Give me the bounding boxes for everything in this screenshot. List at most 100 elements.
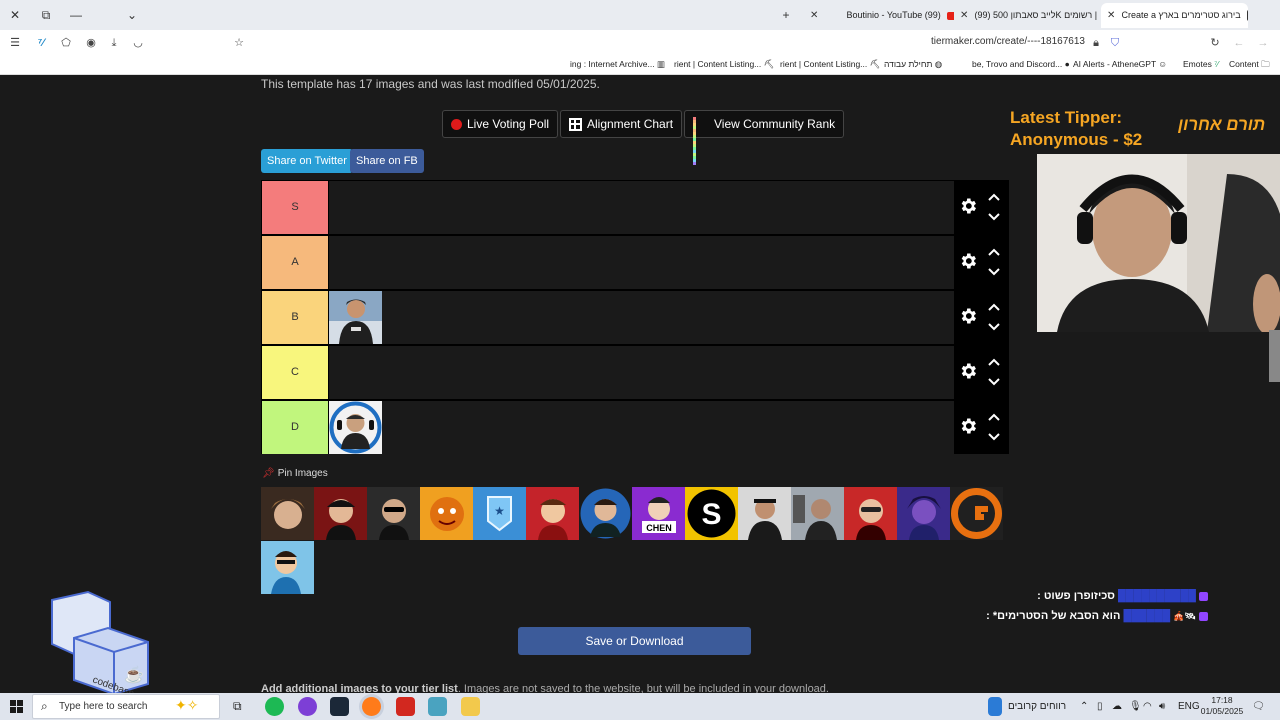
tier-label[interactable]: B <box>262 291 328 344</box>
streamer-image[interactable]: S <box>685 487 738 540</box>
bookmark-start-work[interactable]: תחילת עבודה ◍ <box>884 59 942 70</box>
chevron-down-icon[interactable] <box>988 268 1000 276</box>
tier-drop-zone[interactable] <box>329 401 954 454</box>
streamer-image[interactable]: ★ <box>473 487 526 540</box>
streamer-image[interactable] <box>738 487 791 540</box>
view-community-rank-button[interactable]: View Community Rank <box>684 110 845 165</box>
network-icon[interactable]: ☁ <box>1112 697 1122 716</box>
spotify-icon[interactable] <box>265 697 284 716</box>
tier-label[interactable]: S <box>262 181 328 234</box>
firefox-icon[interactable] <box>362 697 381 716</box>
streamer-image[interactable] <box>261 487 314 540</box>
close-tab-icon[interactable]: ✕ <box>960 3 972 28</box>
streamer-image[interactable] <box>897 487 950 540</box>
streamer-image[interactable]: CHEN <box>632 487 685 540</box>
steam-icon[interactable] <box>330 697 349 716</box>
clock[interactable]: 17:18 01/05/2025 <box>1200 695 1244 717</box>
address-bar[interactable]: tiermaker.com/create/----18167613 <box>820 36 1085 47</box>
bookmark-content-listing-1[interactable]: rient | Content Listing... ⛏ <box>674 59 774 70</box>
back-icon[interactable]: → <box>1254 34 1272 52</box>
chevron-down-icon[interactable] <box>988 433 1000 441</box>
chevron-up-icon[interactable] <box>988 193 1000 201</box>
bookmark-emotes[interactable]: Emotes ⁷⁄ <box>1183 59 1219 69</box>
notes-app-icon[interactable] <box>428 697 447 716</box>
bookmark-trovo[interactable]: be, Trovo and Discord... ● <box>972 59 1070 69</box>
tier-drop-zone[interactable] <box>329 291 954 344</box>
tier-drop-zone[interactable] <box>329 181 954 234</box>
streamer-image[interactable] <box>791 487 844 540</box>
tab-subathon[interactable]: ✕ (99) לייב סאבתון 500K רשומים | <box>954 3 1099 28</box>
puzzle-icon[interactable]: ⬠ <box>57 34 75 52</box>
chevron-up-icon[interactable] <box>988 358 1000 366</box>
pin-images-toggle[interactable]: 📌︎ Pin Images <box>262 468 328 479</box>
menu-icon[interactable]: ☰ <box>6 34 24 52</box>
new-tab-icon[interactable]: + <box>776 5 796 25</box>
bookmark-content-listing-2[interactable]: rient | Content Listing... ⛏ <box>780 59 880 70</box>
share-fb-button[interactable]: Share on FB <box>350 149 424 173</box>
chevron-up-icon[interactable] <box>988 413 1000 421</box>
streamer-image[interactable] <box>950 487 1003 540</box>
restore-window-icon[interactable]: ⧉ <box>36 5 56 25</box>
chevron-down-icon[interactable] <box>988 378 1000 386</box>
discord-icon[interactable] <box>298 697 317 716</box>
streamer-image[interactable] <box>579 487 632 540</box>
reload-icon[interactable]: ↻ <box>1206 34 1224 52</box>
notification-icon[interactable]: 🗨︎ <box>1252 697 1265 716</box>
gear-icon[interactable] <box>958 416 978 436</box>
tier-label[interactable]: C <box>262 346 328 399</box>
wifi-icon[interactable]: ◠ <box>1143 697 1152 716</box>
bookmark-content[interactable]: Content 🗀 <box>1229 59 1270 73</box>
streamer-image[interactable] <box>329 291 382 344</box>
bookmark-ai-alerts[interactable]: AI Alerts - AtheneGPT ☺ <box>1073 59 1167 69</box>
minimize-window-icon[interactable]: — <box>66 5 86 25</box>
bookmark-star-icon[interactable]: ☆ <box>230 34 248 52</box>
input-language[interactable]: ENG <box>1178 697 1200 716</box>
weather-icon[interactable] <box>988 697 1002 716</box>
gear-icon[interactable] <box>958 251 978 271</box>
microphone-icon[interactable]: 🎙︎ <box>1129 697 1142 716</box>
streamer-image[interactable] <box>314 487 367 540</box>
tray-app-icon[interactable]: ▯ <box>1097 697 1103 716</box>
close-tab-icon[interactable]: ✕ <box>810 3 822 28</box>
streamer-image[interactable] <box>420 487 473 540</box>
obs-app-icon[interactable] <box>396 697 415 716</box>
download-icon[interactable]: ⤓ <box>105 34 123 52</box>
share-twitter-button[interactable]: Share on Twitter <box>261 149 353 173</box>
tab-tiermaker[interactable]: ✕ Create a בירוג סטרימרים בארץ <box>1101 3 1248 28</box>
forward-icon[interactable]: ← <box>1230 34 1248 52</box>
tab-boutinio[interactable]: ✕ Boutinio - YouTube (99) <box>804 3 954 28</box>
pocket-icon[interactable]: ◡ <box>129 34 147 52</box>
shield-icon[interactable]: ⛉ <box>1106 34 1124 52</box>
close-window-icon[interactable]: ✕ <box>5 5 25 25</box>
tier-label[interactable]: D <box>262 401 328 454</box>
chevron-up-icon[interactable] <box>988 303 1000 311</box>
extension-icon[interactable]: ⁷⁄ <box>32 34 50 52</box>
taskbar-search-input[interactable]: ⌕ Type here to search ✦✧ <box>32 694 220 719</box>
chevron-up-icon[interactable] <box>988 248 1000 256</box>
live-voting-poll-button[interactable]: Live Voting Poll <box>442 110 559 138</box>
streamer-image[interactable] <box>329 401 382 454</box>
streamer-image[interactable] <box>844 487 897 540</box>
page-scrollbar[interactable] <box>1269 330 1280 382</box>
tier-label[interactable]: A <box>262 236 328 289</box>
tray-chevron-icon[interactable]: ⌃ <box>1080 697 1088 716</box>
streamer-image[interactable] <box>261 541 314 594</box>
weather-text[interactable]: רווחים קרובים <box>1008 697 1066 716</box>
gear-icon[interactable] <box>958 196 978 216</box>
file-explorer-icon[interactable] <box>461 697 480 716</box>
tab-list-chevron-icon[interactable]: ⌄ <box>122 5 142 25</box>
save-or-download-button[interactable]: Save or Download <box>518 627 751 655</box>
tier-drop-zone[interactable] <box>329 236 954 289</box>
bookmark-internet-archive[interactable]: ing : Internet Archive... ▥ <box>570 59 665 70</box>
gear-icon[interactable] <box>958 361 978 381</box>
gear-icon[interactable] <box>958 306 978 326</box>
account-icon[interactable]: ◉ <box>82 34 100 52</box>
volume-icon[interactable]: 🔊︎ <box>1159 697 1165 716</box>
task-view-icon[interactable]: ⧉ <box>233 697 242 716</box>
chevron-down-icon[interactable] <box>988 213 1000 221</box>
alignment-chart-button[interactable]: Alignment Chart <box>560 110 683 138</box>
tier-drop-zone[interactable] <box>329 346 954 399</box>
chevron-down-icon[interactable] <box>988 323 1000 331</box>
close-tab-icon[interactable]: ✕ <box>1107 3 1119 28</box>
windows-start-icon[interactable] <box>10 700 23 713</box>
